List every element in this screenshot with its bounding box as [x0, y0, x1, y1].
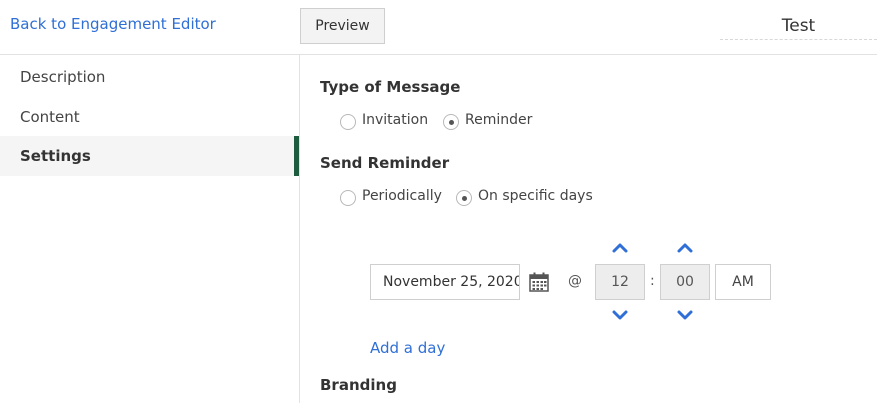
periodically-radio-label[interactable]: Periodically: [362, 188, 442, 204]
minute-field[interactable]: 00: [660, 264, 710, 300]
type-of-message-heading: Type of Message: [320, 78, 461, 96]
reminder-radio[interactable]: [443, 114, 459, 130]
hour-decrement-chevron-down-icon[interactable]: [611, 309, 629, 321]
invitation-radio[interactable]: [340, 114, 356, 130]
sidebar-item-label: Settings: [20, 147, 91, 165]
minute-increment-chevron-up-icon[interactable]: [676, 242, 694, 254]
add-a-day-link[interactable]: Add a day: [370, 339, 445, 357]
preview-button[interactable]: Preview: [300, 8, 385, 44]
settings-sidebar: Description Content Settings: [0, 55, 299, 403]
branding-heading: Branding: [320, 376, 397, 394]
specific-days-radio-label[interactable]: On specific days: [478, 188, 593, 204]
back-to-engagement-editor-link[interactable]: Back to Engagement Editor: [10, 15, 216, 33]
time-colon: :: [650, 273, 655, 289]
radio-selected-dot: [448, 119, 454, 125]
sidebar-item-settings[interactable]: Settings: [0, 136, 299, 176]
hour-field[interactable]: 12: [595, 264, 645, 300]
engagement-title-field[interactable]: Test: [720, 12, 877, 40]
radio-selected-dot: [461, 195, 467, 201]
specific-days-radio[interactable]: [456, 190, 472, 206]
sidebar-item-label: Description: [20, 68, 106, 86]
reminder-radio-label[interactable]: Reminder: [465, 112, 532, 128]
hour-increment-chevron-up-icon[interactable]: [611, 242, 629, 254]
sidebar-item-label: Content: [20, 108, 80, 126]
reminder-date-input[interactable]: November 25, 2020: [370, 264, 520, 300]
calendar-icon[interactable]: [528, 271, 550, 293]
am-pm-toggle-button[interactable]: AM: [715, 264, 771, 300]
sidebar-divider: [299, 55, 300, 403]
sidebar-item-description[interactable]: Description: [0, 57, 299, 97]
at-separator: @: [568, 273, 582, 289]
sidebar-item-content[interactable]: Content: [0, 97, 299, 137]
minute-decrement-chevron-down-icon[interactable]: [676, 309, 694, 321]
invitation-radio-label[interactable]: Invitation: [362, 112, 428, 128]
periodically-radio[interactable]: [340, 190, 356, 206]
send-reminder-heading: Send Reminder: [320, 154, 450, 172]
